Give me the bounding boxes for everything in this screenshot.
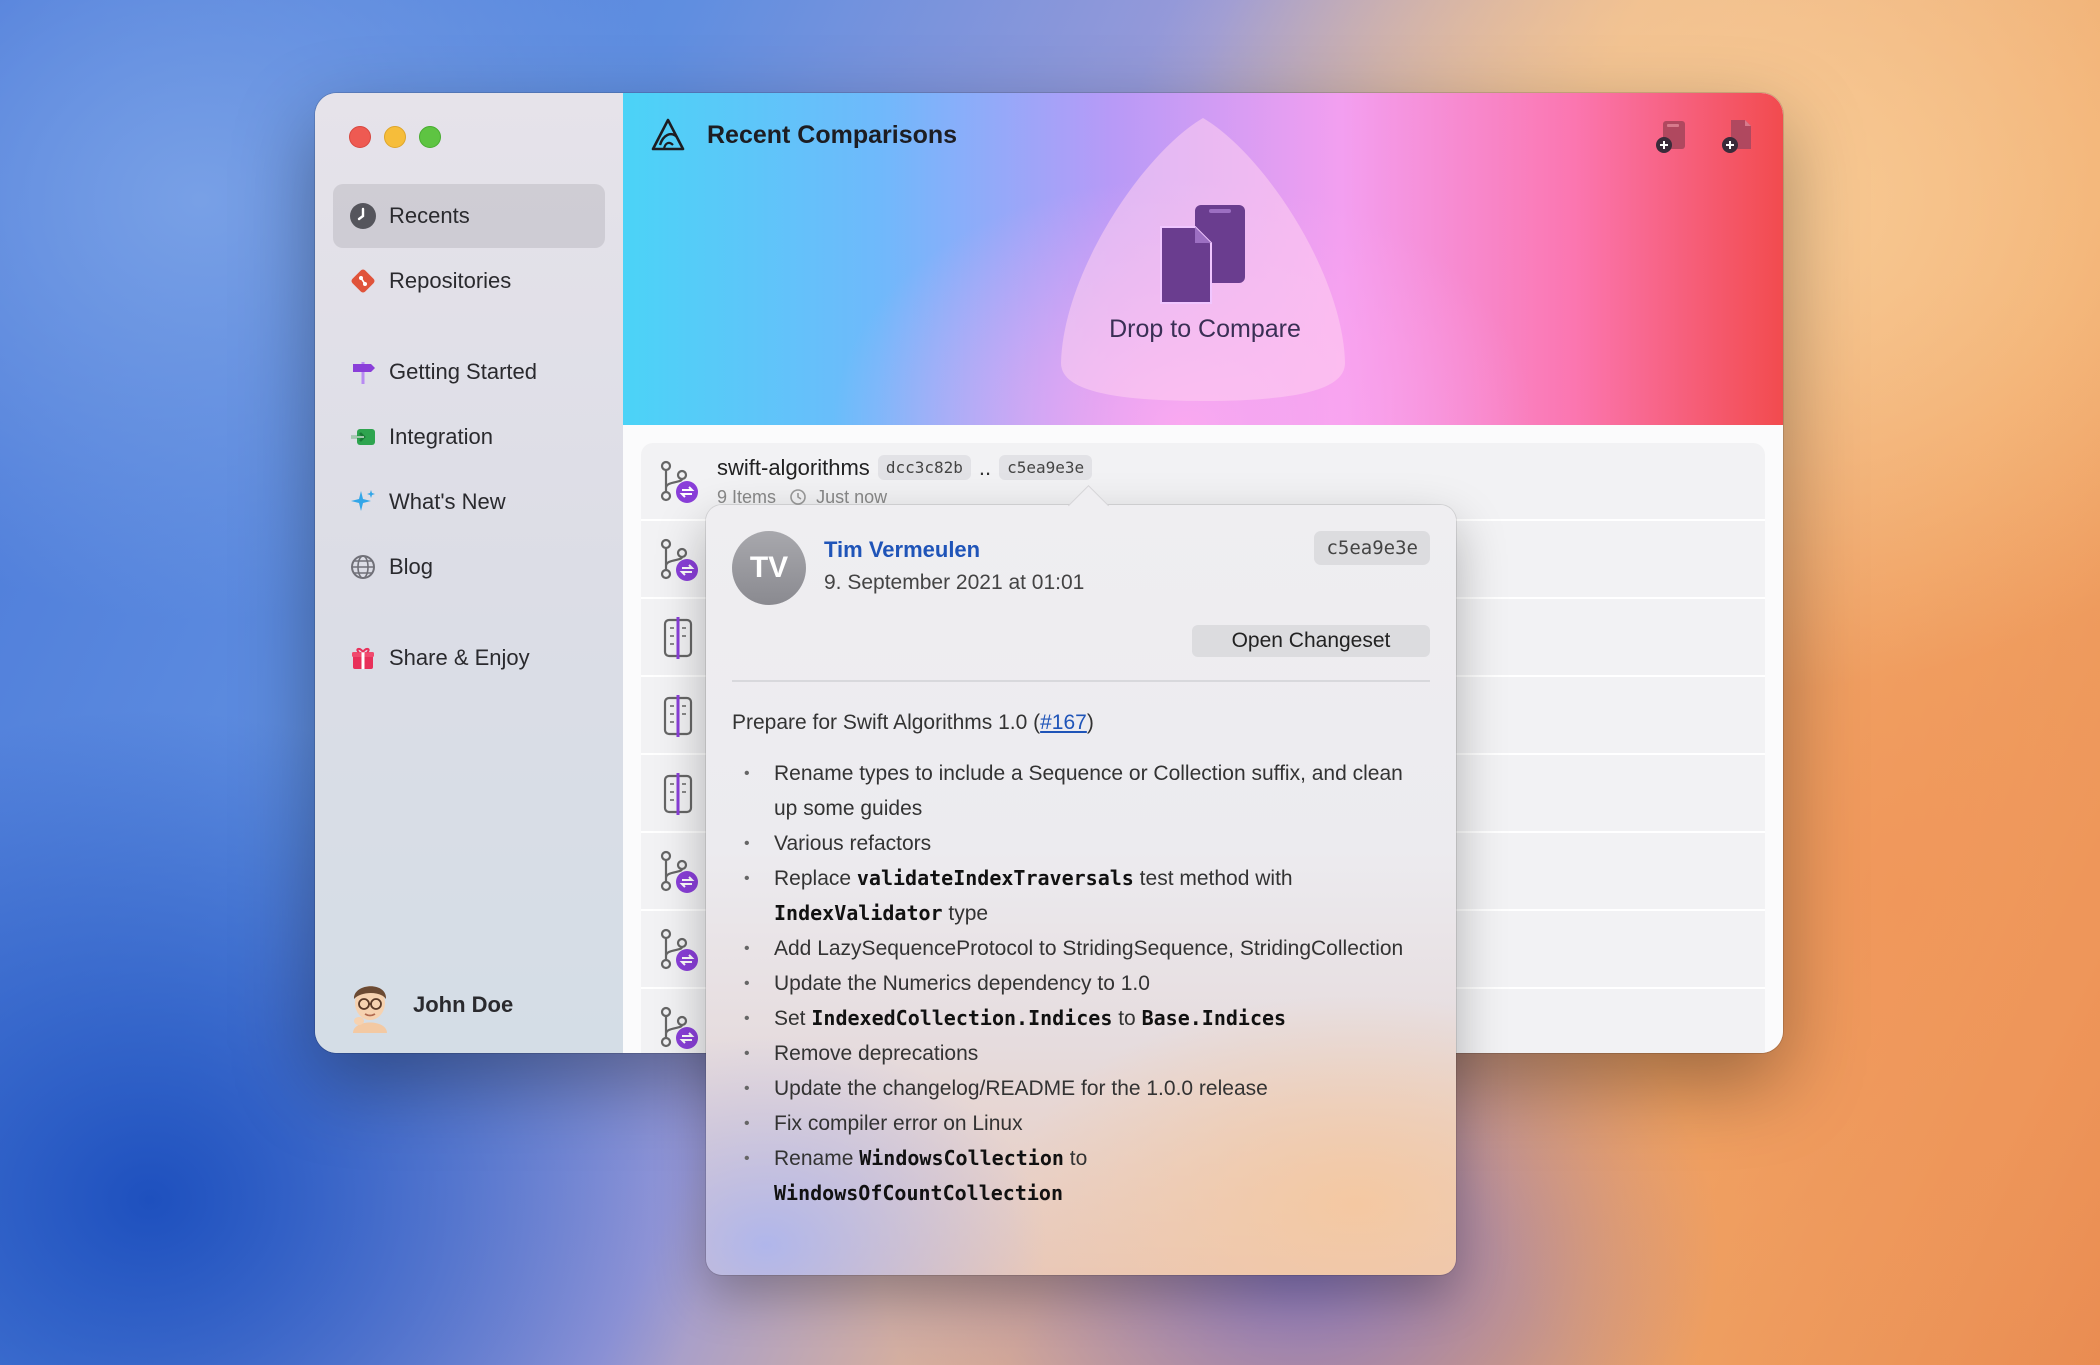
heading-text-end: ) [1086,711,1094,734]
file-compare-icon [657,771,701,817]
sidebar-item-getting-started[interactable]: Getting Started [333,340,605,404]
code: WindowsOfCountCollection [774,1181,1063,1205]
list-item: Replace validateIndexTraversals test met… [744,861,1430,931]
sidebar-item-label: Blog [389,554,434,579]
drop-label: Drop to Compare [1109,315,1301,343]
code: IndexValidator [774,901,943,925]
gift-icon [347,642,379,674]
from-commit-badge[interactable]: dcc3c82b [877,455,971,480]
change-list: Rename types to include a Sequence or Co… [732,756,1430,1211]
to-commit-badge[interactable]: c5ea9e3e [999,455,1093,480]
list-item: Add LazySequenceProtocol to StridingSequ… [744,931,1430,966]
minimize-window-button[interactable] [384,126,406,148]
author-avatar: TV [732,531,806,605]
clock-icon [347,200,379,232]
branch-compare-icon [657,849,701,895]
branch-compare-icon [657,1005,701,1051]
text: type [942,902,989,925]
commit-popover: TV Tim Vermeulen 9. September 2021 at 01… [706,484,1456,1275]
file-compare-icon [657,615,701,661]
timestamp: Just now [816,487,888,507]
sidebar-item-label: Getting Started [389,359,537,384]
text: test method with [1133,867,1293,890]
repo-name: swift-algorithms [717,455,870,480]
integration-icon [347,421,379,453]
avatar [345,977,395,1033]
branch-compare-icon [657,927,701,973]
globe-icon [347,551,379,583]
item-count: 9 Items [717,487,777,507]
branch-compare-icon [657,537,701,583]
divider [732,680,1430,682]
text: to [1063,1147,1088,1170]
sidebar: Recents Repositories Getting Started Int… [315,93,624,1053]
code: Base.Indices [1141,1006,1287,1030]
window-controls [349,126,441,148]
list-item: Update the changelog/README for the 1.0.… [744,1071,1430,1106]
documents-icon [1157,203,1249,307]
heading-text: Prepare for Swift Algorithms 1.0 ( [732,711,1041,734]
sidebar-item-label: Integration [389,424,493,449]
sidebar-item-label: Repositories [389,268,512,293]
commit-message: Prepare for Swift Algorithms 1.0 (#167) … [732,705,1430,1211]
text: Rename [774,1147,860,1170]
app-logo-icon [647,115,689,157]
sidebar-item-repositories[interactable]: Repositories [333,249,605,313]
commit-hash-badge[interactable]: c5ea9e3e [1314,531,1430,565]
close-window-button[interactable] [349,126,371,148]
list-item: Various refactors [744,826,1430,861]
sidebar-item-blog[interactable]: Blog [333,535,605,599]
new-folder-comparison-button[interactable] [1651,115,1693,157]
branch-compare-icon [657,459,701,505]
range-separator: .. [978,455,992,480]
code: WindowsCollection [859,1146,1064,1170]
sidebar-item-label: What's New [389,489,506,514]
pr-link[interactable]: #167 [1040,711,1087,734]
sidebar-item-recents[interactable]: Recents [333,184,605,248]
new-file-comparison-button[interactable] [1717,115,1759,157]
sidebar-item-label: Share & Enjoy [389,645,530,670]
commit-heading: Prepare for Swift Algorithms 1.0 (#167) [732,705,1430,740]
open-changeset-button[interactable]: Open Changeset [1192,625,1430,657]
text: Set [774,1007,812,1030]
list-item: Update the Numerics dependency to 1.0 [744,966,1430,1001]
user-profile[interactable]: John Doe [345,977,513,1033]
text: Replace [774,867,857,890]
comparison-title: swift-algorithms dcc3c82b.. c5ea9e3e [717,455,1093,481]
page-title: Recent Comparisons [707,121,958,149]
sidebar-item-whats-new[interactable]: What's New [333,470,605,534]
author-name[interactable]: Tim Vermeulen [824,537,980,563]
list-item: Rename types to include a Sequence or Co… [744,756,1430,826]
list-item: Set IndexedCollection.Indices to Base.In… [744,1001,1430,1036]
drop-header: Recent Comparisons Drop to Compare [623,93,1783,425]
list-item: Remove deprecations [744,1036,1430,1071]
git-diamond-icon [347,265,379,297]
signpost-icon [347,356,379,388]
maximize-window-button[interactable] [419,126,441,148]
file-compare-icon [657,693,701,739]
sidebar-item-share-enjoy[interactable]: Share & Enjoy [333,626,605,690]
list-item: Fix compiler error on Linux [744,1106,1430,1141]
commit-date: 9. September 2021 at 01:01 [824,571,1085,594]
sidebar-item-integration[interactable]: Integration [333,405,605,469]
list-item: Rename WindowsCollection to WindowsOfCou… [744,1141,1430,1211]
user-name: John Doe [413,992,514,1017]
text: to [1112,1007,1142,1030]
sparkles-icon [347,486,379,518]
code: validateIndexTraversals [856,866,1134,890]
sidebar-item-label: Recents [389,203,470,228]
code: IndexedCollection.Indices [811,1006,1113,1030]
